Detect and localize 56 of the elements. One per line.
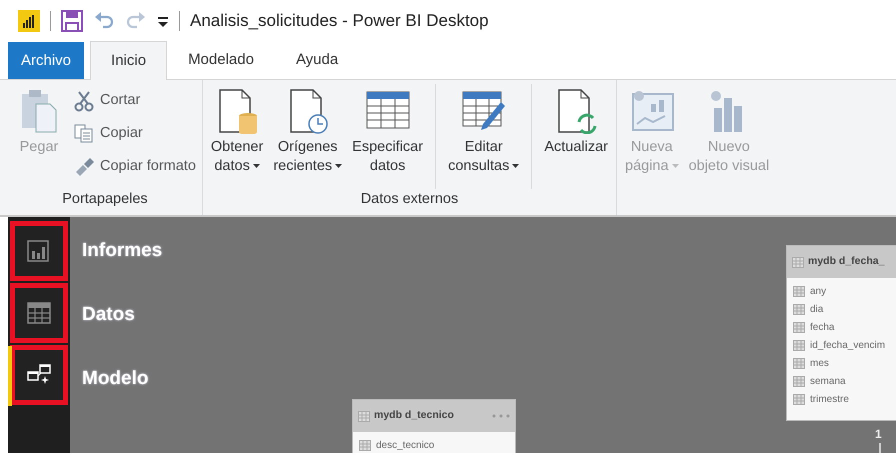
field-name: trimestre [810, 392, 849, 406]
ribbon-button[interactable]: Copiar formato [72, 150, 198, 183]
table-card[interactable]: mydb d_tecnico desc_tecnico [352, 399, 516, 453]
table-title: mydb d_tecnico [374, 408, 454, 424]
table-title: mydb d_fecha_ [808, 254, 884, 270]
field-name: desc_tecnico [376, 438, 434, 452]
group-label: Portapapeles [61, 190, 149, 209]
table-icon [358, 410, 370, 422]
column-icon [359, 440, 371, 450]
ribbon-button[interactable]: Editar consultas [435, 84, 524, 189]
group-label: Datos externos [360, 190, 460, 209]
scissors-icon [74, 90, 94, 112]
ribbon-button[interactable]: Especificar datos [348, 84, 428, 189]
column-icon [793, 376, 805, 386]
relationship-line [879, 443, 881, 453]
report-icon [27, 240, 51, 262]
view-button[interactable] [8, 344, 70, 406]
caret-icon [512, 164, 520, 168]
table-icon [27, 302, 51, 324]
cardinality-label: 1 [875, 426, 882, 443]
ribbon-tab[interactable]: Modelado [167, 41, 275, 79]
caret-icon [672, 164, 679, 168]
column-icon [793, 304, 805, 314]
column-icon [793, 358, 805, 368]
model-icon [27, 364, 51, 386]
column-icon [793, 394, 805, 404]
ribbon-tab[interactable]: Ayuda [274, 41, 360, 79]
ribbon-button[interactable]: Obtener datos [206, 84, 268, 189]
column-icon [793, 286, 805, 296]
field-name: id_fecha_vencim [810, 338, 886, 352]
ribbon-button[interactable]: Actualizar [531, 84, 612, 189]
customize-icon[interactable] [157, 14, 169, 28]
ribbon-button[interactable]: Copiar [72, 117, 198, 150]
window-title: Analisis_solicitudes - Power BI Desktop [190, 10, 489, 32]
field-name: fecha [810, 320, 834, 334]
field-name: dia [810, 302, 824, 316]
caret-icon [252, 164, 260, 168]
table-icon [792, 256, 804, 268]
paintbrush-icon [74, 156, 94, 178]
ribbon-tab[interactable]: Inicio [90, 41, 168, 80]
app-logo-icon [18, 10, 40, 32]
view-label: Datos [82, 303, 135, 327]
field-name: mes [810, 356, 829, 370]
view-label: Modelo [82, 367, 148, 391]
save-icon[interactable] [61, 10, 83, 32]
ribbon-button[interactable]: Orígenes recientes [269, 84, 346, 189]
field-name: any [810, 284, 826, 298]
field-name: semana [810, 374, 846, 388]
file-tab[interactable]: Archivo [8, 42, 84, 79]
caret-icon [335, 164, 342, 168]
copy-icon [74, 122, 94, 144]
ribbon-button[interactable]: Cortar [72, 84, 198, 117]
column-icon [793, 340, 805, 350]
table-card[interactable]: mydb d_fecha_ any dia fecha id_fecha_vencim mes semana trimestre [786, 245, 896, 421]
view-label: Informes [82, 239, 162, 263]
column-icon [793, 322, 805, 332]
